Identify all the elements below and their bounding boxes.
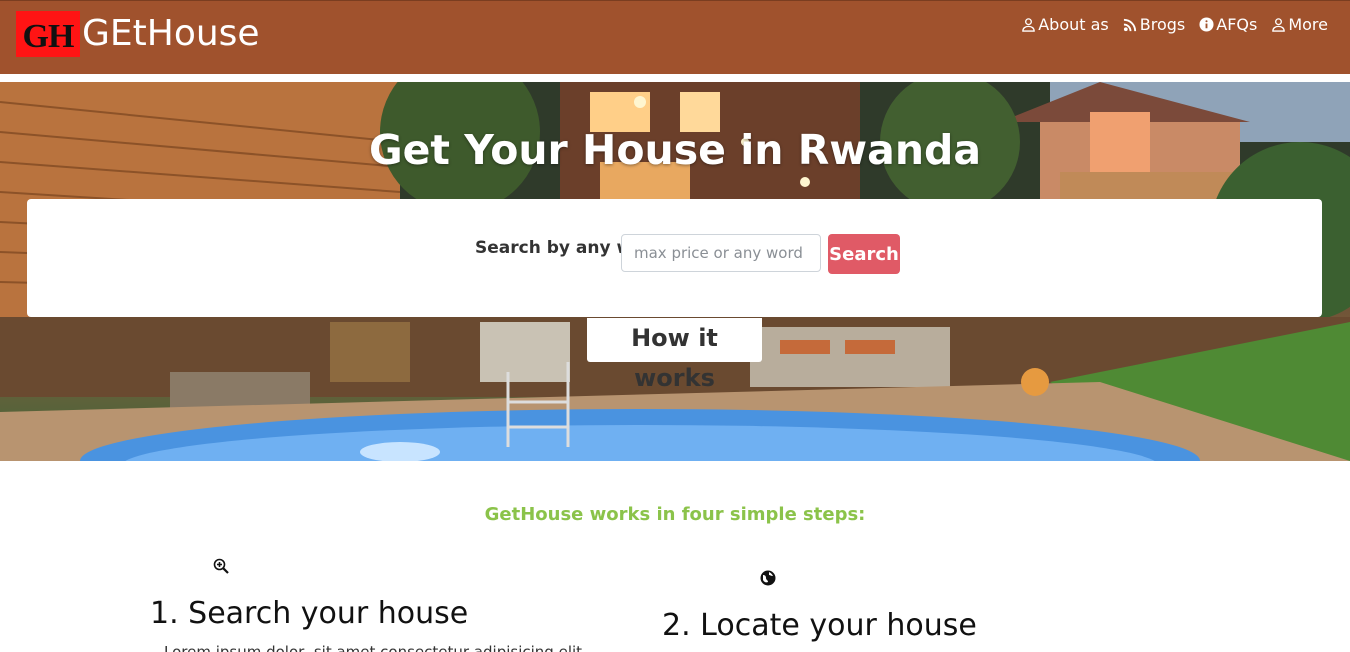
brand[interactable]: GH GEtHouse	[16, 11, 260, 57]
person-icon	[1022, 18, 1036, 32]
brand-name: GEtHouse	[82, 13, 260, 54]
nav-link-about[interactable]: About as	[1021, 15, 1109, 34]
search-card: Search by any word Search	[27, 199, 1322, 317]
logo-text: GH	[22, 18, 75, 55]
nav-link-label: More	[1288, 15, 1328, 34]
nav-link-label: Brogs	[1139, 15, 1186, 34]
how-it-works-heading: How it works	[587, 318, 762, 392]
info-circle-icon	[1199, 17, 1214, 32]
step-title-2: 2. Locate your house	[662, 608, 977, 643]
navbar: GH GEtHouse About as Brogs AFQs More	[0, 0, 1350, 74]
hero-title: Get Your House in Rwanda	[368, 126, 982, 174]
rss-icon	[1123, 18, 1136, 32]
nav-link-more[interactable]: More	[1271, 15, 1328, 34]
globe-icon	[760, 570, 776, 586]
nav-link-label: AFQs	[1216, 15, 1258, 34]
logo: GH	[16, 11, 80, 57]
zoom-in-icon	[213, 558, 229, 574]
step-title-1: 1. Search your house	[150, 596, 469, 631]
step-text-1: Lorem ipsum dolor, sit amet consectetur …	[164, 643, 583, 652]
nav-link-label: About as	[1038, 15, 1109, 34]
nav-link-blogs[interactable]: Brogs	[1123, 15, 1185, 34]
search-button[interactable]: Search	[828, 234, 900, 274]
search-input[interactable]	[621, 234, 821, 272]
hero-banner: Get Your House in Rwanda Search by any w…	[0, 82, 1350, 461]
person-icon	[1272, 18, 1286, 32]
steps-heading: GetHouse works in four simple steps:	[484, 504, 866, 525]
nav-link-faqs[interactable]: AFQs	[1199, 15, 1257, 34]
nav-links: About as Brogs AFQs More	[1021, 15, 1328, 34]
